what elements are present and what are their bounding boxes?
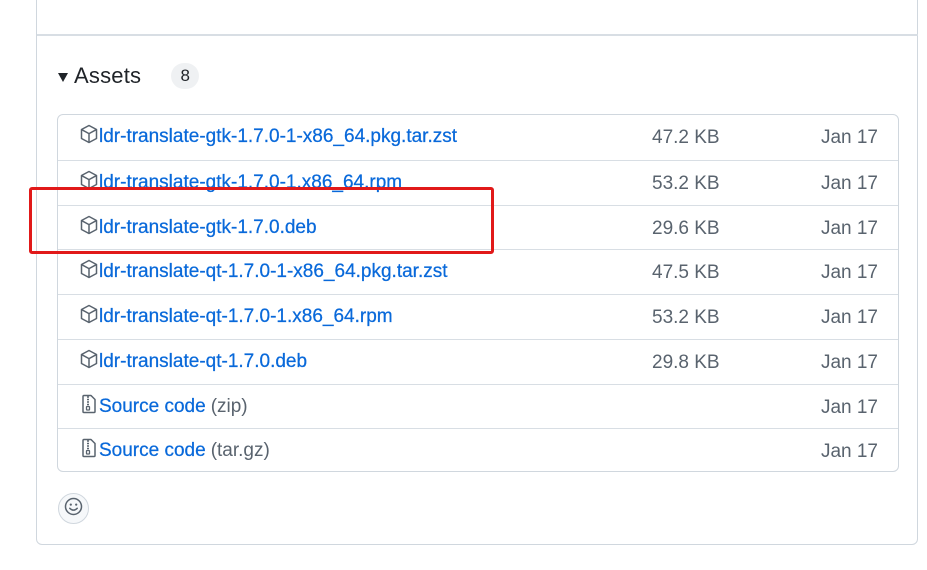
caret-down-icon [58, 72, 68, 82]
asset-row: Source code (tar.gz) Jan 17 [58, 428, 898, 471]
asset-name: ldr-translate-gtk-1.7.0-1-x86_64.pkg.tar… [99, 126, 458, 147]
asset-size: 47.5 KB [652, 262, 720, 284]
asset-row: ldr-translate-gtk-1.7.0-1.x86_64.rpm 53.… [58, 159, 898, 205]
add-reaction-button[interactable] [58, 493, 89, 524]
asset-format-suffix: (tar.gz) [210, 440, 270, 462]
file-zip-icon [80, 438, 98, 458]
package-icon [80, 349, 98, 369]
package-icon [80, 304, 98, 324]
asset-date: Jan 17 [820, 217, 878, 239]
assets-toggle[interactable]: Assets 8 [58, 61, 200, 91]
asset-name: ldr-translate-qt-1.7.0.deb [99, 350, 308, 372]
asset-size: 53.2 KB [652, 172, 720, 194]
asset-date: Jan 17 [820, 127, 878, 148]
asset-name: Source code [99, 440, 206, 462]
asset-size: 47.2 KB [652, 127, 720, 148]
asset-row: ldr-translate-qt-1.7.0-1-x86_64.pkg.tar.… [58, 249, 898, 294]
asset-name: ldr-translate-qt-1.7.0-1-x86_64.pkg.tar.… [99, 261, 448, 283]
source-code-targz-link[interactable]: Source code (tar.gz) [99, 440, 270, 462]
asset-date: Jan 17 [820, 172, 878, 194]
asset-date: Jan 17 [820, 351, 878, 373]
asset-row: ldr-translate-gtk-1.7.0-1-x86_64.pkg.tar… [58, 115, 898, 160]
asset-download-link[interactable]: ldr-translate-gtk-1.7.0-1.x86_64.rpm [99, 172, 402, 194]
asset-download-link[interactable]: ldr-translate-qt-1.7.0-1-x86_64.pkg.tar.… [99, 261, 448, 283]
package-icon [80, 259, 98, 279]
asset-row: ldr-translate-qt-1.7.0-1.x86_64.rpm 53.2… [58, 294, 898, 339]
package-icon [80, 170, 98, 190]
asset-download-link[interactable]: ldr-translate-qt-1.7.0-1.x86_64.rpm [99, 306, 393, 328]
asset-size: 53.2 KB [652, 307, 720, 328]
smiley-icon [64, 497, 83, 521]
asset-name: ldr-translate-qt-1.7.0-1.x86_64.rpm [99, 306, 393, 327]
asset-date: Jan 17 [820, 307, 878, 328]
asset-name: ldr-translate-gtk-1.7.0.deb [99, 216, 317, 238]
asset-list: ldr-translate-gtk-1.7.0-1-x86_64.pkg.tar… [57, 114, 899, 472]
asset-row: ldr-translate-gtk-1.7.0.deb 29.6 KB Jan … [58, 204, 898, 250]
asset-row: ldr-translate-qt-1.7.0.deb 29.8 KB Jan 1… [58, 338, 898, 384]
asset-date: Jan 17 [820, 396, 878, 418]
asset-name: ldr-translate-gtk-1.7.0-1.x86_64.rpm [99, 171, 403, 193]
asset-size: 29.6 KB [652, 217, 720, 239]
asset-format-suffix: (zip) [210, 395, 248, 417]
package-icon [80, 215, 98, 235]
assets-title: Assets [74, 63, 142, 88]
asset-row: Source code (zip) Jan 17 [58, 383, 898, 429]
asset-download-link[interactable]: ldr-translate-qt-1.7.0.deb [99, 351, 307, 373]
section-divider [37, 34, 918, 36]
asset-size: 29.8 KB [652, 351, 720, 373]
asset-date: Jan 17 [820, 441, 878, 463]
asset-name: Source code [99, 395, 206, 417]
source-code-zip-link[interactable]: Source code (zip) [99, 395, 248, 418]
asset-date: Jan 17 [820, 262, 878, 284]
assets-count-badge: 8 [171, 63, 200, 89]
file-zip-icon [80, 394, 98, 414]
package-icon [80, 124, 98, 144]
asset-download-link[interactable]: ldr-translate-gtk-1.7.0-1-x86_64.pkg.tar… [99, 126, 457, 148]
asset-download-link[interactable]: ldr-translate-gtk-1.7.0.deb [99, 216, 317, 239]
